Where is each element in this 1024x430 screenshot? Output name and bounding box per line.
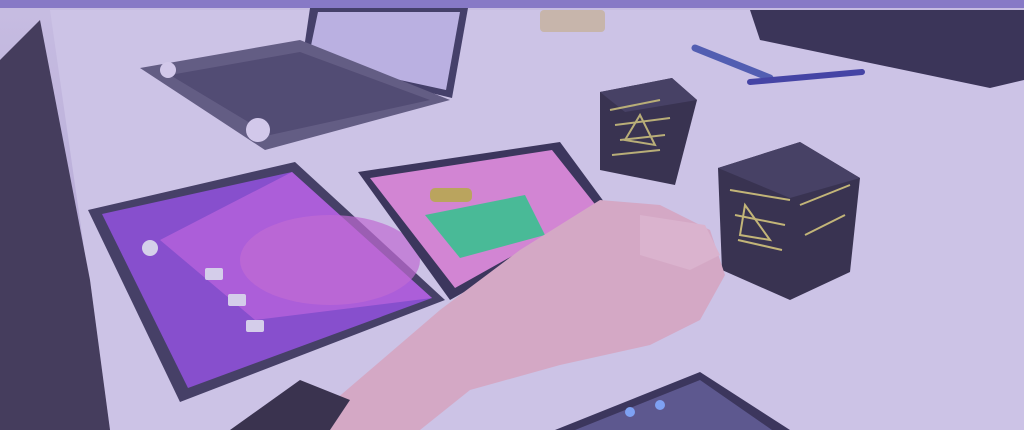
photo bbox=[0, 0, 1024, 430]
tape-icon bbox=[540, 10, 605, 32]
photo-scene bbox=[0, 8, 1024, 430]
cube-icon bbox=[718, 142, 860, 300]
